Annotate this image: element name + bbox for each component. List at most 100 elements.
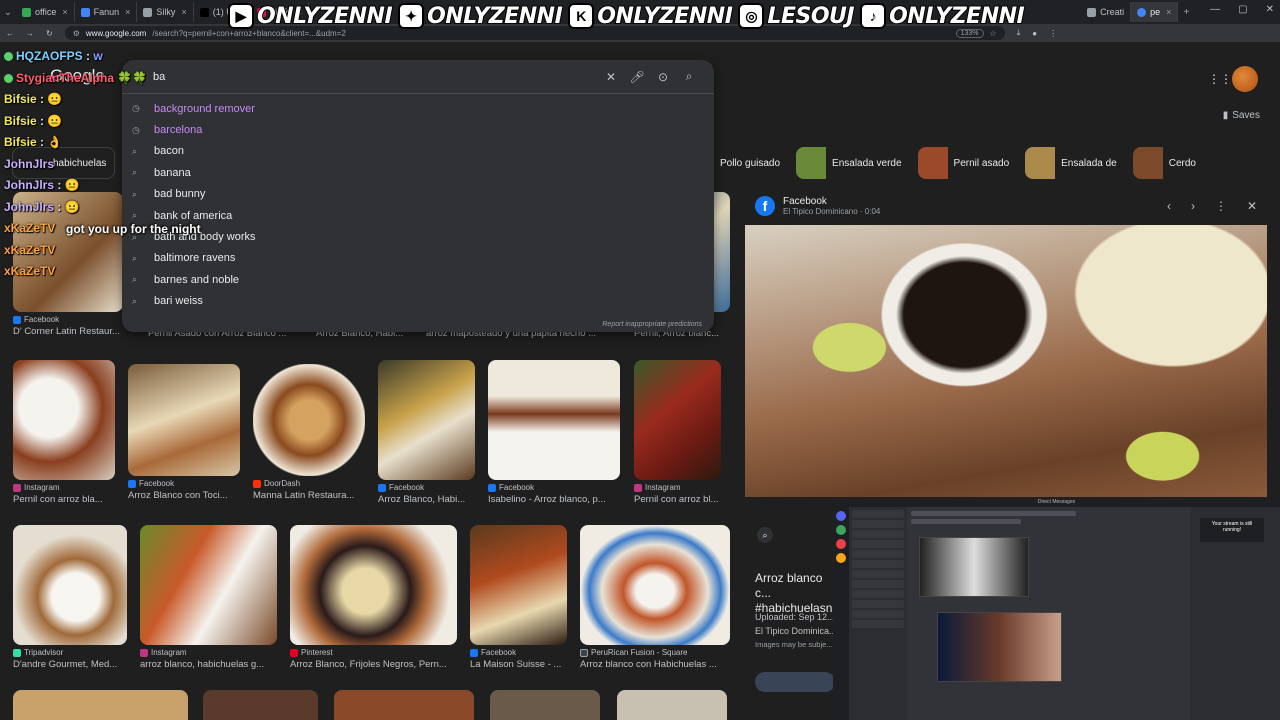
more-options-icon[interactable]: ⋮ [1215, 199, 1227, 213]
close-icon[interactable]: × [62, 7, 67, 17]
dm-item[interactable] [852, 620, 904, 628]
browser-tab[interactable]: Creati [1081, 2, 1132, 22]
suggestion-item[interactable]: ◷ barcelona [122, 119, 714, 140]
close-icon[interactable]: × [181, 7, 186, 17]
site-info-icon[interactable]: ⚙ [73, 29, 80, 38]
suggestion-item[interactable]: ⌕ baltimore ravens [122, 248, 714, 269]
image-result[interactable]: Facebook Arroz Blanco, Habi... [378, 360, 475, 505]
video-embed[interactable] [919, 537, 1029, 597]
discord-message [911, 511, 1076, 516]
camera-lens-icon[interactable]: ⊙ [650, 70, 676, 84]
browser-tab[interactable]: Silky × [137, 2, 194, 22]
chat-username: HQZAOFPS [16, 49, 83, 63]
suggestion-item[interactable]: ⌕ bari weiss [122, 291, 714, 312]
tab-favicon [1137, 7, 1147, 17]
dm-item[interactable] [852, 520, 904, 528]
lens-icon[interactable]: ⌕ [757, 527, 773, 543]
suggestion-item[interactable]: ⌕ barnes and noble [122, 269, 714, 290]
image-result[interactable]: Facebook Arroz Blanco con Toci... [128, 364, 240, 501]
tab-label: pe [1150, 7, 1161, 17]
dm-item[interactable] [852, 600, 904, 608]
search-icon: ⌕ [132, 188, 138, 199]
chevron-left-icon[interactable]: ‹ [1167, 199, 1171, 213]
reload-icon[interactable]: ↻ [46, 29, 53, 38]
image-result-partial[interactable] [617, 690, 727, 720]
image-result[interactable]: Facebook Isabelino - Arroz blanco, p... [488, 360, 620, 505]
discord-home-icon[interactable] [836, 511, 846, 521]
related-chip[interactable]: Pollo guisado [714, 147, 790, 179]
search-input[interactable]: ba [153, 71, 598, 83]
history-icon: ◷ [132, 124, 140, 135]
forward-icon[interactable]: → [26, 29, 34, 38]
browser-tab-active[interactable]: pe × [1131, 2, 1179, 22]
saves-link[interactable]: ▮ Saves [1223, 110, 1260, 121]
instagram-icon [140, 648, 148, 657]
close-window-icon[interactable]: ✕ [1266, 4, 1274, 15]
image-result[interactable]: Tripadvisor D'andre Gourmet, Med... [13, 525, 127, 670]
close-icon[interactable]: × [1166, 7, 1171, 17]
dm-item[interactable] [852, 590, 904, 598]
image-result-partial[interactable] [203, 690, 318, 720]
video-embed[interactable] [937, 612, 1062, 682]
apps-grid-icon[interactable]: ⋮⋮ [1208, 72, 1232, 86]
image-result-partial[interactable] [334, 690, 474, 720]
avatar[interactable] [1232, 66, 1258, 92]
result-caption: Arroz Blanco con Toci... [128, 490, 228, 501]
suggestion-item[interactable]: ⌕ banana [122, 162, 714, 183]
search-icon[interactable]: ⌕ [676, 69, 702, 84]
maximize-icon[interactable]: ▢ [1238, 4, 1247, 15]
image-result[interactable]: Instagram arroz blanco, habichuelas g... [140, 525, 277, 670]
suggestion-item[interactable]: ◷ background remover [122, 98, 714, 119]
dm-item[interactable] [852, 540, 904, 548]
image-result[interactable]: Instagram Pernil con arroz bla... [13, 360, 115, 505]
pinterest-icon [290, 648, 298, 657]
image-result[interactable]: Pinterest Arroz Blanco, Frijoles Negros,… [290, 525, 457, 670]
suggestion-item[interactable]: ⌕ bath and body works [122, 226, 714, 247]
image-result[interactable]: Facebook La Maison Suisse - ... [470, 525, 567, 670]
visit-button[interactable] [755, 672, 835, 692]
dm-item[interactable] [852, 580, 904, 588]
image-result-partial[interactable] [13, 690, 188, 720]
back-icon[interactable]: ← [6, 29, 14, 38]
suggestion-item[interactable]: ⌕ bacon [122, 141, 714, 162]
image-result[interactable]: PeruRican Fusion - Square Arroz blanco c… [580, 525, 730, 670]
server-icon[interactable] [836, 525, 846, 535]
tab-favicon [1087, 7, 1097, 17]
browser-tab[interactable]: office × [16, 2, 75, 22]
preview-source[interactable]: Facebook El Tipico Dominicano · 0:04 [783, 196, 880, 216]
tab-search-icon[interactable]: ⌄ [0, 7, 16, 18]
related-chip[interactable]: Pernil asado [917, 147, 1020, 179]
related-chip[interactable]: Ensalada de [1025, 147, 1127, 179]
preview-image[interactable] [745, 225, 1267, 497]
search-box[interactable]: ba ✕ 🎤︎ ⊙ ⌕ [122, 60, 714, 94]
facebook-icon [128, 479, 136, 488]
chat-message: JohnJlrs : 😐 [4, 199, 80, 214]
suggestion-item[interactable]: ⌕ bad bunny [122, 184, 714, 205]
new-tab-icon[interactable]: + [1178, 7, 1194, 18]
chevron-right-icon[interactable]: › [1191, 199, 1195, 213]
dm-item[interactable] [852, 510, 904, 518]
server-icon[interactable] [836, 553, 846, 563]
report-predictions-link[interactable]: Report inappropriate predictions [602, 321, 702, 328]
minimize-icon[interactable]: — [1210, 4, 1220, 15]
image-result[interactable]: DoorDash Manna Latin Restaura... [253, 364, 365, 501]
result-image [253, 364, 365, 476]
dm-item[interactable] [852, 560, 904, 568]
related-chip[interactable]: Cerdo [1132, 147, 1206, 179]
microphone-icon[interactable]: 🎤︎ [624, 70, 650, 84]
clear-icon[interactable]: ✕ [598, 70, 624, 84]
kick-icon: K [568, 3, 595, 29]
suggestion-item[interactable]: ⌕ bank of america [122, 205, 714, 226]
related-chip[interactable]: Ensalada verde [796, 147, 912, 179]
dm-item[interactable] [852, 570, 904, 578]
image-result-partial[interactable] [490, 690, 600, 720]
close-icon[interactable]: ✕ [1247, 199, 1257, 213]
dm-item[interactable] [852, 550, 904, 558]
image-result[interactable]: Instagram Pernil con arroz bl... [634, 360, 721, 505]
close-icon[interactable]: × [125, 7, 130, 17]
dm-item[interactable] [852, 610, 904, 618]
suggestion-text: baltimore ravens [154, 252, 236, 265]
dm-item[interactable] [852, 530, 904, 538]
server-icon[interactable] [836, 539, 846, 549]
browser-tab[interactable]: Fanun × [75, 2, 138, 22]
